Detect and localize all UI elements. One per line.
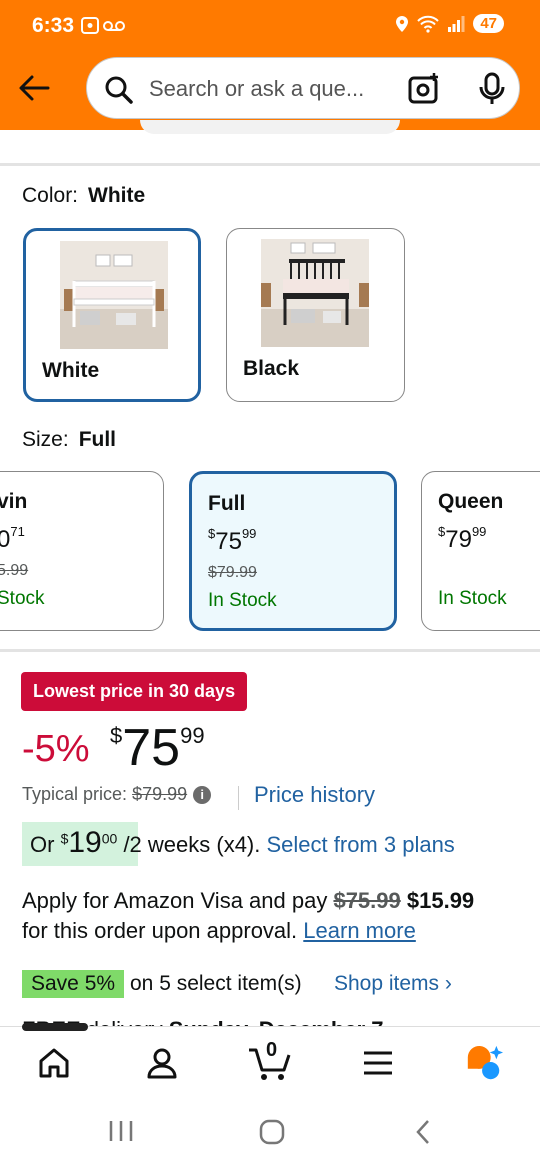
deal-badge: Lowest price in 30 days: [21, 672, 248, 711]
size-option-price: 071: [0, 524, 25, 554]
color-option-white[interactable]: White: [23, 228, 201, 402]
visa-offer: Apply for Amazon Visa and pay $75.99 $15…: [22, 886, 522, 946]
price-whole: 75: [122, 719, 181, 777]
price-whole: 75: [215, 528, 242, 555]
size-option-queen[interactable]: Queen $7999 In Stock: [421, 471, 540, 631]
selected-color: White: [88, 184, 146, 207]
black-bed-thumbnail: [261, 239, 369, 347]
search-bar[interactable]: Search or ask a que...: [86, 57, 520, 119]
home-tab[interactable]: [34, 1043, 74, 1083]
size-option-price: $7599: [208, 526, 257, 555]
color-label-text: Color:: [22, 184, 79, 207]
typical-price-label: Typical price:: [22, 784, 128, 804]
home-icon: [39, 1048, 69, 1078]
price-cents: 71: [10, 524, 25, 539]
system-icons: 47: [395, 14, 504, 33]
price-cents: 99: [241, 526, 257, 541]
installment-suffix: /2 weeks (x4).: [123, 832, 261, 857]
size-option-stock: In Stock: [438, 588, 507, 609]
search-icon: [105, 76, 133, 104]
save-badge: Save 5%: [22, 970, 125, 998]
color-option-label: White: [42, 359, 100, 382]
size-option-twin[interactable]: vin 071 5.99 Stock: [0, 471, 164, 631]
battery-level: 47: [473, 14, 504, 33]
system-back-icon[interactable]: [412, 1118, 434, 1146]
color-option-black[interactable]: Black: [226, 228, 405, 402]
person-icon: [147, 1048, 177, 1079]
system-navigation: [0, 1096, 540, 1170]
installment-prefix: Or: [30, 832, 61, 857]
wifi-icon: [417, 15, 440, 33]
back-arrow-icon[interactable]: [16, 70, 52, 106]
section-divider: [0, 649, 540, 652]
promo-text: on 5 select item(s): [130, 972, 302, 995]
size-label-text: Size:: [22, 428, 69, 451]
white-bed-thumbnail: [60, 241, 168, 349]
visa-text: Apply for Amazon Visa and pay: [22, 888, 334, 913]
typical-price: Typical price: $79.99 i: [22, 784, 212, 805]
size-option-price: $7999: [438, 524, 487, 553]
info-icon[interactable]: i: [193, 786, 212, 805]
installment-amount: 19: [68, 826, 102, 859]
price-currency: $: [110, 723, 123, 748]
visa-new-price: $15.99: [406, 888, 475, 913]
clock: 6:33: [32, 14, 75, 37]
color-label: Color: White: [22, 184, 145, 208]
status-bar: 6:33 47: [0, 0, 540, 52]
shop-items-link[interactable]: Shop items ›: [334, 972, 452, 996]
price-whole: 79: [445, 526, 472, 553]
typical-price-value: $79.99: [132, 784, 188, 804]
size-option-stock: Stock: [0, 588, 45, 609]
cart-tab[interactable]: 0: [246, 1039, 294, 1083]
signal-icon: [448, 15, 465, 32]
section-divider: [0, 163, 540, 166]
selected-size: Full: [78, 428, 117, 451]
header-pull-tab: [140, 120, 400, 134]
price-cents: 99: [471, 524, 487, 539]
learn-more-link[interactable]: Learn more: [303, 918, 416, 943]
microphone-icon[interactable]: [477, 72, 507, 106]
price-history-link[interactable]: Price history: [254, 782, 375, 808]
menu-icon: [364, 1051, 392, 1075]
notification-icons: [80, 15, 126, 42]
installment-cents: 00: [101, 830, 118, 847]
size-label: Size: Full: [22, 428, 116, 452]
color-option-label: Black: [243, 357, 300, 380]
visa-old-price: $75.99: [333, 888, 401, 913]
visa-text-2: for this order upon approval.: [22, 918, 298, 943]
size-option-was-price: 5.99: [0, 562, 29, 579]
camera-search-icon[interactable]: [407, 72, 441, 106]
installment-offer: Or $1900 /2 weeks (x4). Select from 3 pl…: [30, 826, 455, 860]
divider-vertical: [238, 786, 239, 810]
account-tab[interactable]: [142, 1043, 182, 1083]
discount-percent: -5%: [22, 728, 90, 770]
recent-apps-icon[interactable]: [108, 1118, 134, 1144]
size-option-was-price: $79.99: [208, 564, 257, 581]
search-input[interactable]: Search or ask a que...: [149, 76, 364, 102]
menu-tab[interactable]: [358, 1043, 398, 1083]
size-option-name: vin: [0, 490, 28, 513]
current-price: $7599: [110, 718, 205, 778]
active-tab-indicator: [22, 1023, 88, 1031]
size-option-stock: In Stock: [208, 590, 277, 611]
select-plans-link[interactable]: Select from 3 plans: [267, 832, 455, 857]
size-option-name: Full: [208, 492, 246, 515]
price-cents: 99: [180, 723, 205, 748]
rufus-assistant-icon: [467, 1045, 504, 1080]
price-whole: 0: [0, 526, 10, 553]
cart-count: 0: [266, 1039, 278, 1061]
size-option-name: Queen: [438, 490, 504, 513]
rufus-tab[interactable]: [464, 1043, 504, 1083]
screenshot-voicemail-icon: [81, 17, 125, 34]
home-button-icon[interactable]: [258, 1118, 286, 1146]
location-icon: [396, 15, 409, 32]
app-header: 6:33 47 Search or ask a que...: [0, 0, 540, 130]
bottom-navigation: 0: [0, 1023, 540, 1097]
size-option-full[interactable]: Full $7599 $79.99 In Stock: [189, 471, 397, 631]
